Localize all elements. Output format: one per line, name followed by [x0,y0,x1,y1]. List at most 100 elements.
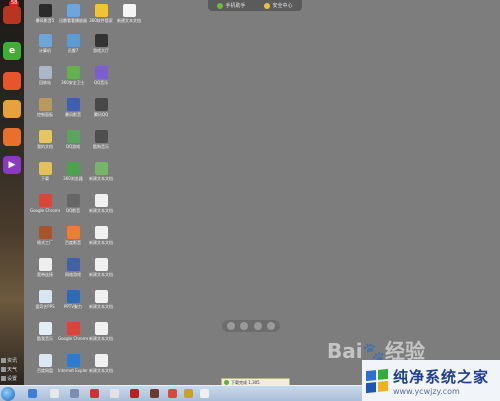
desktop-icon[interactable]: 回收站 [30,66,60,96]
desktop-icon[interactable]: 新建文本文档 [114,4,144,34]
desktop-icon[interactable]: QQ影音 [58,194,88,224]
browser-icon[interactable]: e [3,42,21,60]
desktop-icon[interactable]: 爱奇艺PPS [30,290,60,320]
desktop-icon[interactable]: 360安全卫士 [58,66,88,96]
desktop-icon[interactable]: 暴风影音 [58,98,88,128]
desktop-icon[interactable]: 360浏览器 [58,162,88,192]
desktop-icon[interactable]: 新建文本文档 [86,162,116,192]
game-controller-icon[interactable] [3,128,21,146]
desktop-icon-label: 百度网盘 [37,368,53,373]
desktop-icon[interactable]: 宽带连接 [30,258,60,288]
desktop-icon-label: 爱奇艺PPS [35,304,55,309]
desktop-icon[interactable]: 新建文本文档 [86,322,116,352]
app-icon [66,162,80,175]
app-icon [38,162,52,175]
app-icon [94,258,108,271]
desktop-icon[interactable]: 迅雷看看播放器 [58,4,88,34]
taskbar-app-icon[interactable] [90,389,99,398]
desktop-icon-label: 宽带连接 [37,272,53,277]
dock-item-settings[interactable]: 设置 [1,375,23,382]
app-icon [94,4,108,17]
desktop-icon-label: 网络游戏 [65,272,81,277]
mail-icon[interactable] [3,100,21,118]
desktop-icon-label: 我的文档 [37,144,53,149]
desktop-icon-label: QQ影音 [65,208,81,213]
taskbar-app-icon[interactable] [130,389,139,398]
security-center-button[interactable]: 安全中心 [264,2,293,9]
dock-item-news[interactable]: 资讯 [1,357,23,364]
qq-game-icon[interactable] [3,6,21,24]
desktop-icon-label: 格式工厂 [37,240,53,245]
app-icon [38,354,52,367]
app-icon [66,130,80,143]
app-icon [94,98,108,111]
app-icon [38,98,52,111]
app-icon [38,4,52,17]
page-dot-icon[interactable] [253,322,262,330]
taskbar-app-icon[interactable] [150,389,159,398]
desktop-icon[interactable]: Google Chrome [58,322,88,352]
grid-icon[interactable] [240,322,249,330]
desktop-icon[interactable]: 下载 [30,162,60,192]
desktop-icon[interactable]: QQ音乐 [86,66,116,96]
desktop-icon-label: 新建文本文档 [89,208,113,213]
desktop-icon[interactable]: 360软件管家 [86,4,116,34]
site-url: www.ycwjzy.com [393,386,460,396]
desktop-icon-label: 下载 [41,176,49,181]
taskbar-app-icon[interactable] [110,389,119,398]
app-icon [66,98,80,111]
desktop-icon[interactable]: 百度网盘 [30,354,60,384]
desktop-icon[interactable]: 酷我音乐 [30,322,60,352]
desktop-icon[interactable]: 新建文本文档 [86,226,116,256]
desktop-icon[interactable]: 游戏大厅 [86,34,116,64]
desktop-icon[interactable]: 百度影音 [58,226,88,256]
desktop-icon[interactable]: PPTV聚力 [58,290,88,320]
desktop-icon-label: 新建文本文档 [89,368,113,373]
desktop-icon-label: 回收站 [39,80,51,85]
desktop-page-control[interactable] [222,320,280,332]
page-dot-icon[interactable] [266,322,275,330]
start-button[interactable] [1,387,15,401]
desktop-icon-label: 360安全卫士 [61,80,85,85]
desktop-icon-label: 新建文本文档 [89,304,113,309]
taskbar-app-icon[interactable] [200,389,209,398]
desktop-icon[interactable]: 腾讯QQ [86,98,116,128]
desktop-icon[interactable]: 暴风影音5 [30,4,60,34]
video-player-icon[interactable]: ▶ [3,156,21,174]
desktop-icon[interactable]: 控制面板 [30,98,60,128]
app-icon [66,194,80,207]
desktop-icon[interactable]: 新建文本文档 [86,194,116,224]
app-icon [94,34,108,47]
app-icon [66,354,80,367]
desktop-icon-label: 360浏览器 [63,176,83,181]
desktop-icon-label: 百度影音 [65,240,81,245]
taskbar-app-icon[interactable] [50,389,59,398]
phone-assistant-button[interactable]: 手机助手 [217,2,246,9]
desktop-icon[interactable]: 酷狗音乐 [86,130,116,160]
desktop-icon-label: 暴风影音5 [35,18,55,23]
taskbar-app-icon[interactable] [28,389,37,398]
desktop-icon-label: 暴风影音 [65,112,81,117]
desktop-icon-label: Google Chrome [30,208,60,213]
desktop-icon[interactable]: 计算机 [30,34,60,64]
desktop-icon-label: 迅雷7 [67,48,79,53]
taskbar-app-icon[interactable] [184,389,193,398]
desktop-icon[interactable]: Google Chrome [30,194,60,224]
desktop-icon-label: 腾讯QQ [93,112,109,117]
desktop-icon-label: 酷狗音乐 [93,144,109,149]
desktop-icon-label: 新建文本文档 [89,176,113,181]
desktop-icon[interactable]: 新建文本文档 [86,354,116,384]
desktop-icon[interactable]: 迅雷7 [58,34,88,64]
desktop-icon[interactable]: 格式工厂 [30,226,60,256]
taskbar-app-icon[interactable] [70,389,79,398]
app-center-icon[interactable] [3,72,21,90]
desktop-icon[interactable]: QQ游戏 [58,130,88,160]
desktop-icon[interactable]: 我的文档 [30,130,60,160]
desktop-icon[interactable]: 新建文本文档 [86,258,116,288]
desktop-icon[interactable]: Internet Explorer [58,354,88,384]
page-dot-icon[interactable] [227,322,236,330]
dock-item-weather[interactable]: 天气 [1,366,23,373]
desktop-icon[interactable]: 网络游戏 [58,258,88,288]
desktop-icon[interactable]: 新建文本文档 [86,290,116,320]
taskbar-app-icon[interactable] [168,389,177,398]
